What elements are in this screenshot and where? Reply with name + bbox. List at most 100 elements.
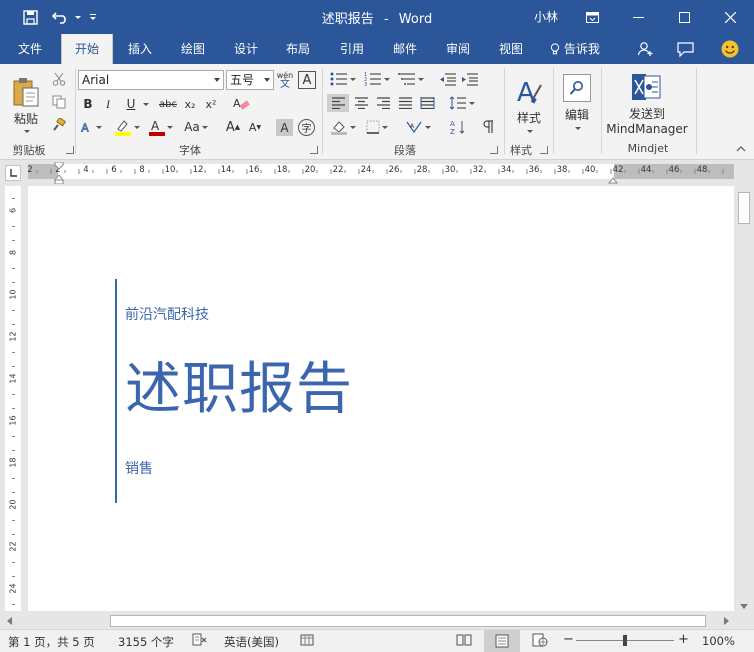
macro-recording-icon[interactable]	[300, 633, 314, 650]
line-spacing-button[interactable]	[446, 94, 478, 112]
styles-dialog-launcher[interactable]	[540, 146, 548, 154]
copy-icon[interactable]	[50, 93, 68, 111]
vertical-ruler-tick	[12, 436, 15, 437]
tab-view[interactable]: 视图	[488, 34, 534, 64]
vertical-scroll-thumb[interactable]	[738, 192, 750, 224]
tab-review[interactable]: 审阅	[435, 34, 481, 64]
share-icon[interactable]	[632, 34, 658, 64]
ribbon-display-icon[interactable]	[570, 0, 614, 34]
align-center-icon[interactable]	[350, 94, 372, 112]
tab-layout[interactable]: 布局	[275, 34, 321, 64]
character-border-button[interactable]: A	[298, 71, 316, 89]
numbering-button[interactable]: 123	[362, 70, 392, 88]
increase-indent-icon[interactable]	[460, 70, 480, 88]
horizontal-ruler[interactable]: 2 2 4 6 8 10 12 14 16 18 20 22 24 26 28 30 32 34 36 38 40 42 4…	[27, 164, 734, 179]
italic-button[interactable]: I	[100, 95, 116, 113]
ruler-label: 2	[27, 165, 33, 175]
tab-file[interactable]: 文件	[6, 34, 54, 64]
justify-icon[interactable]	[394, 94, 416, 112]
subscript-button[interactable]: x₂	[181, 95, 199, 113]
vertical-ruler[interactable]: 6 8 10 12 14 16 18 20 22 24	[5, 186, 21, 611]
chinese-layout-button[interactable]: A	[402, 118, 434, 136]
print-layout-icon[interactable]	[484, 630, 520, 652]
page-count[interactable]: 第 1 页，共 5 页	[8, 634, 95, 650]
cover-company[interactable]: 前沿汽配科技	[125, 304, 209, 324]
comments-icon[interactable]	[672, 34, 698, 64]
vertical-scrollbar[interactable]	[734, 186, 754, 613]
cut-icon[interactable]	[50, 70, 68, 88]
clear-formatting-icon[interactable]: A	[230, 95, 252, 113]
proofing-icon[interactable]	[192, 633, 208, 650]
cover-title[interactable]: 述职报告	[125, 356, 353, 424]
underline-dropdown[interactable]	[140, 95, 150, 113]
user-name[interactable]: 小林	[534, 8, 558, 25]
enclose-characters-button[interactable]: 字	[298, 119, 315, 136]
tab-references[interactable]: 引用	[329, 34, 375, 64]
change-case-button[interactable]: Aa	[180, 118, 212, 136]
first-line-indent-marker[interactable]	[53, 161, 65, 187]
character-shading-button[interactable]: A	[276, 119, 293, 136]
tab-design[interactable]: 设计	[223, 34, 269, 64]
strikethrough-button[interactable]: abc	[157, 95, 179, 113]
sort-icon[interactable]: AZ	[448, 118, 468, 136]
tab-draw[interactable]: 绘图	[170, 34, 216, 64]
paste-button[interactable]: 粘贴	[6, 70, 46, 138]
decrease-indent-icon[interactable]	[438, 70, 458, 88]
text-highlight-color-button[interactable]	[112, 118, 142, 136]
font-size-combo[interactable]: 五号	[226, 70, 274, 90]
web-layout-icon[interactable]	[532, 633, 548, 650]
tab-insert[interactable]: 插入	[117, 34, 163, 64]
tab-home[interactable]: 开始	[61, 34, 113, 64]
language-indicator[interactable]: 英语(美国)	[224, 634, 279, 650]
tell-me-search[interactable]: 告诉我	[544, 34, 606, 64]
editing-label: 编辑	[564, 108, 589, 122]
bullets-button[interactable]	[328, 70, 358, 88]
editing-button[interactable]: 编辑	[558, 70, 596, 134]
smiley-feedback-icon[interactable]	[716, 34, 744, 64]
align-left-icon[interactable]	[327, 94, 349, 112]
shrink-font-button[interactable]: A ▼	[246, 118, 264, 136]
vertical-ruler-tick	[12, 240, 15, 241]
ruler-label: 20	[304, 165, 316, 175]
shading-button[interactable]	[328, 118, 358, 136]
send-to-mindmanager-button[interactable]: 发送到 MindManager	[604, 70, 690, 138]
minimize-icon[interactable]	[616, 0, 660, 34]
font-dialog-launcher[interactable]	[310, 146, 318, 154]
scroll-left-icon[interactable]	[7, 617, 12, 625]
cover-department[interactable]: 销售	[125, 458, 153, 478]
font-color-button[interactable]: A	[147, 118, 175, 136]
zoom-level[interactable]: 100%	[702, 634, 735, 648]
format-painter-icon[interactable]	[50, 116, 68, 134]
bold-button[interactable]: B	[80, 95, 96, 113]
zoom-in-button[interactable]: +	[678, 632, 689, 647]
distributed-icon[interactable]	[416, 94, 438, 112]
phonetic-guide-button[interactable]: wén 文	[276, 69, 294, 91]
zoom-out-button[interactable]: −	[563, 632, 574, 647]
right-indent-marker[interactable]	[607, 173, 619, 187]
align-right-icon[interactable]	[372, 94, 394, 112]
clipboard-dialog-launcher[interactable]	[66, 146, 74, 154]
word-count[interactable]: 3155 个字	[118, 634, 174, 650]
grow-font-button[interactable]: A ▲	[224, 118, 242, 136]
scroll-right-icon[interactable]	[724, 617, 729, 625]
text-effects-icon[interactable]: A	[80, 118, 102, 136]
horizontal-scrollbar[interactable]	[0, 613, 754, 629]
scroll-down-icon[interactable]	[740, 599, 748, 613]
show-paragraph-marks-icon[interactable]	[478, 118, 498, 136]
tab-mailings[interactable]: 邮件	[382, 34, 428, 64]
send-to-line2: MindManager	[606, 122, 688, 136]
maximize-icon[interactable]	[662, 0, 706, 34]
font-name-combo[interactable]: Arial	[78, 70, 224, 90]
tab-selector[interactable]	[5, 165, 21, 181]
zoom-slider-thumb[interactable]	[623, 635, 627, 646]
close-icon[interactable]	[708, 0, 752, 34]
multilevel-list-button[interactable]	[396, 70, 426, 88]
read-mode-icon[interactable]	[456, 633, 472, 650]
paragraph-dialog-launcher[interactable]	[490, 146, 498, 154]
styles-button[interactable]: A 样式	[508, 70, 550, 140]
collapse-ribbon-icon[interactable]	[734, 144, 748, 154]
underline-button[interactable]: U	[123, 95, 139, 113]
horizontal-scroll-thumb[interactable]	[110, 615, 706, 627]
superscript-button[interactable]: x²	[202, 95, 220, 113]
borders-button[interactable]	[362, 118, 392, 136]
